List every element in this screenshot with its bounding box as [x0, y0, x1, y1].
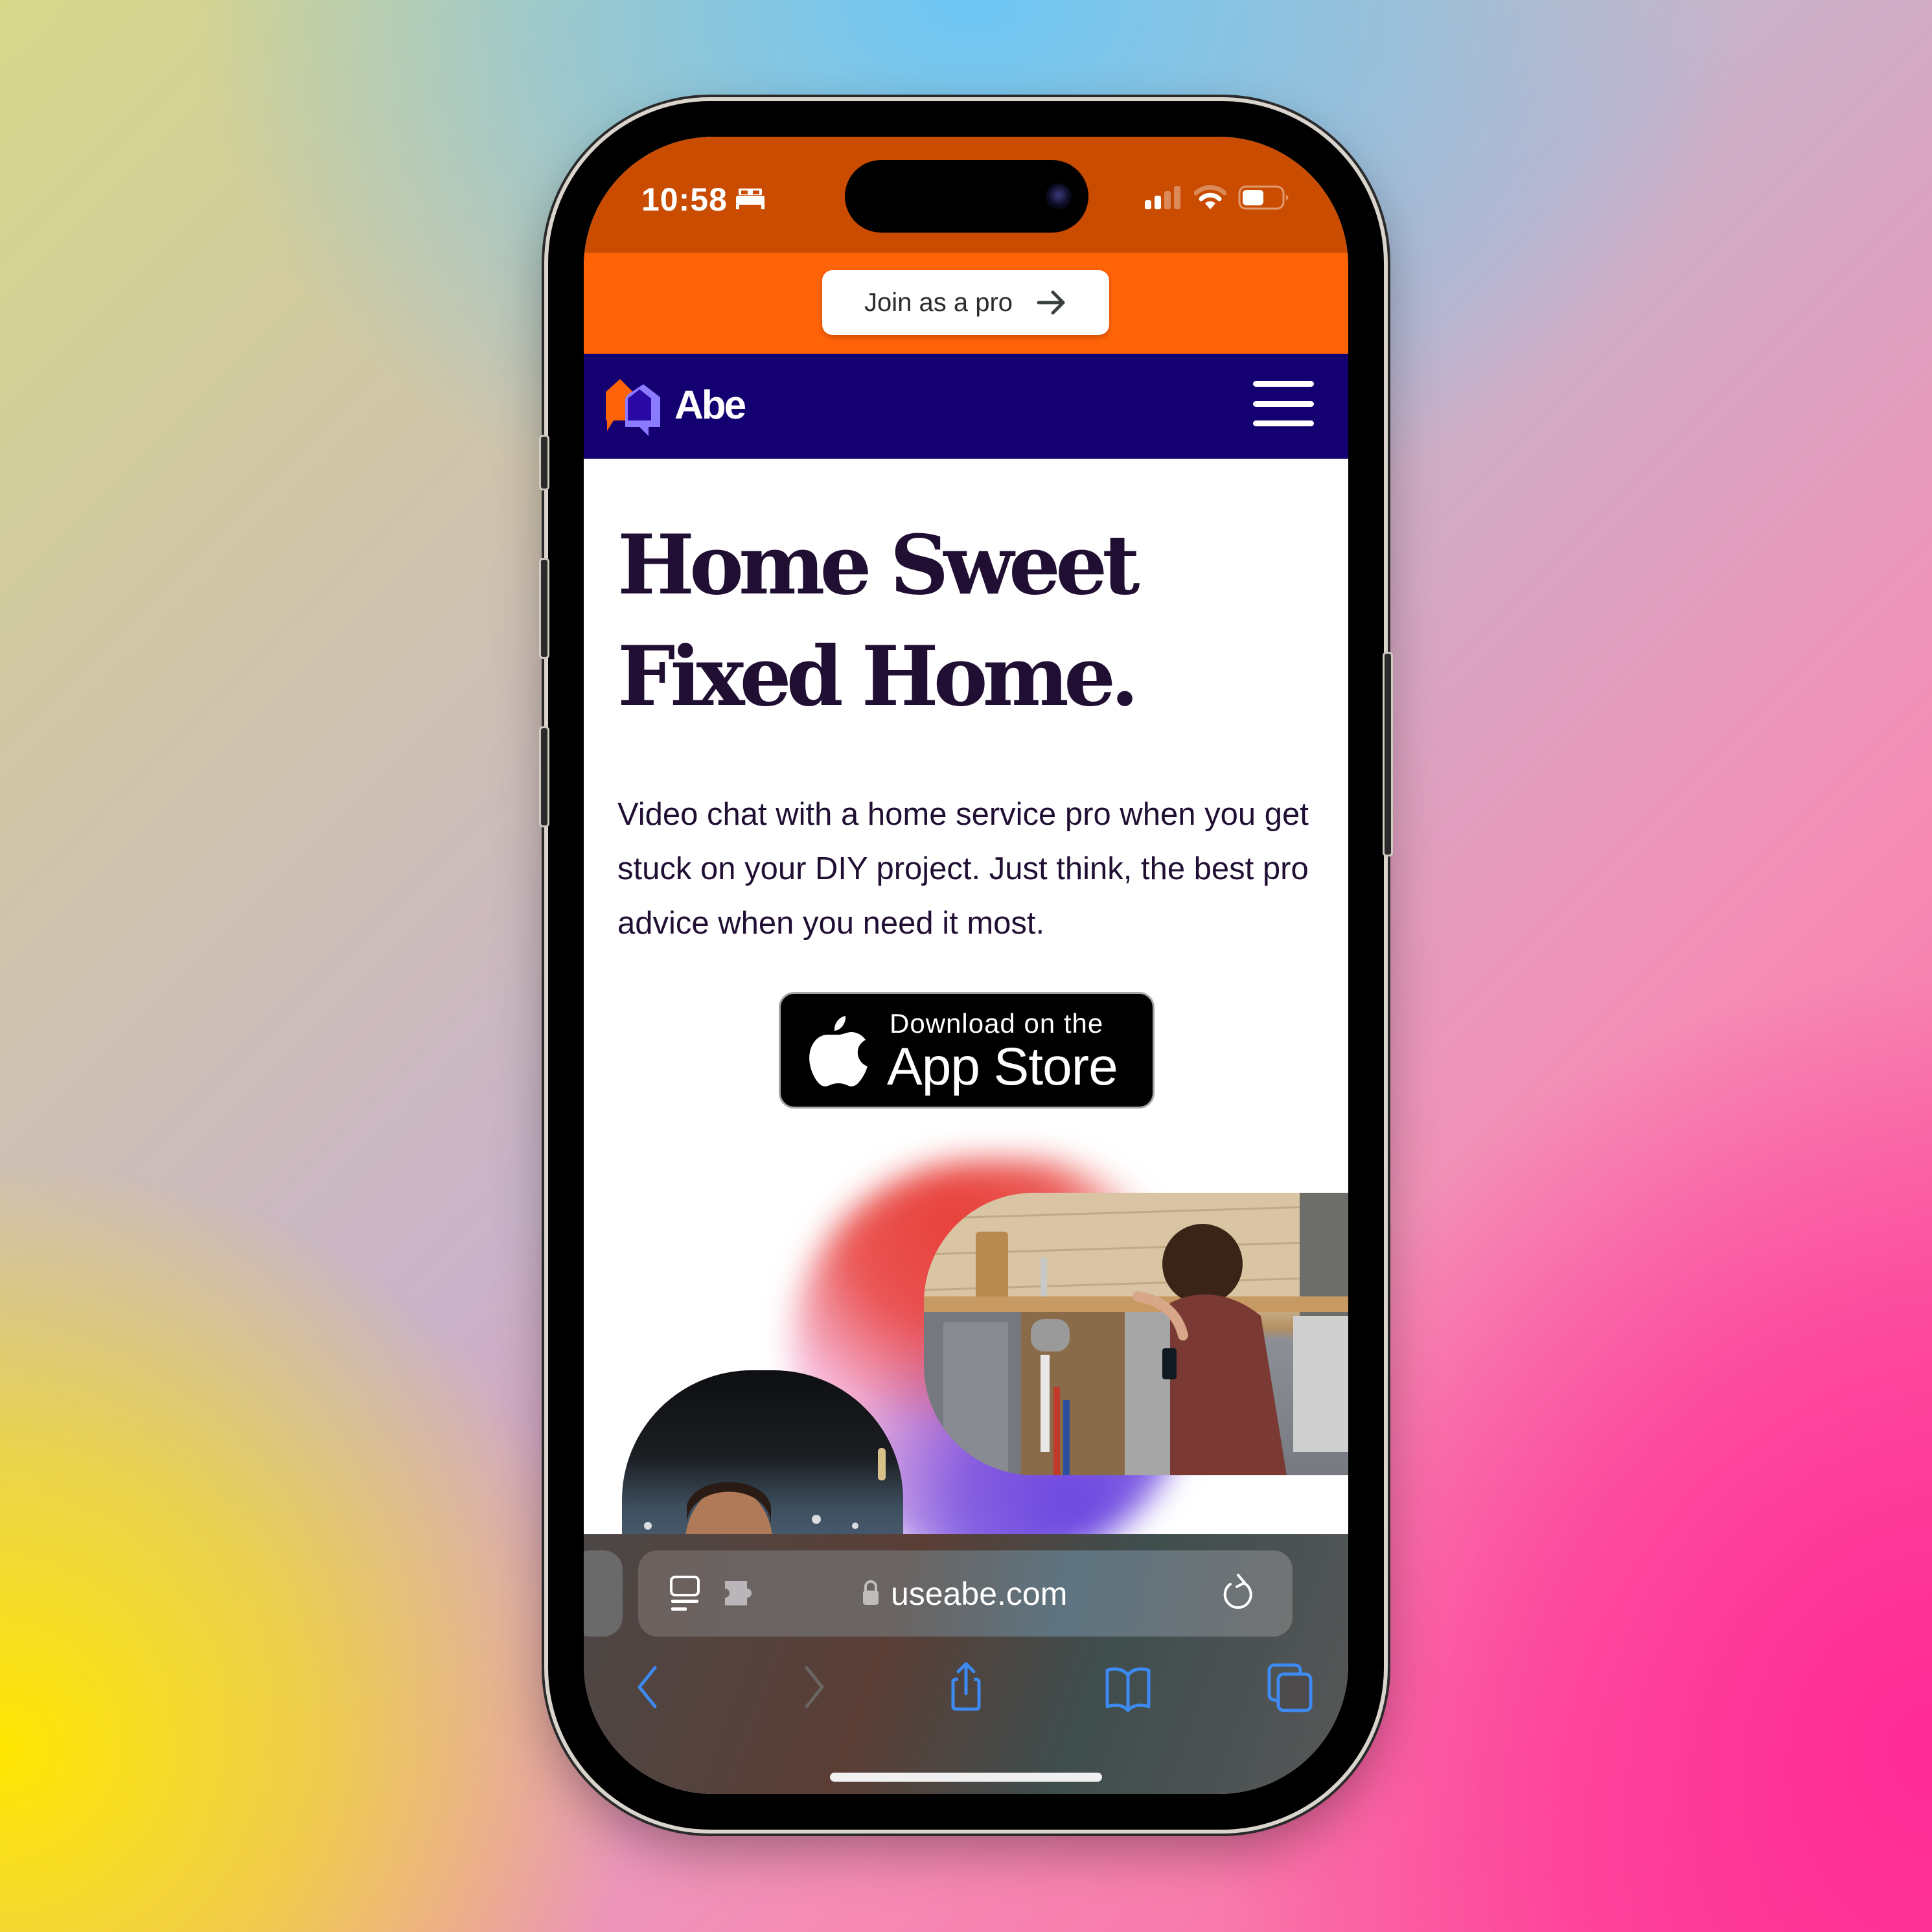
abe-logo-icon[interactable] — [603, 376, 663, 436]
volume-up-button — [539, 558, 549, 659]
arrow-right-icon — [1037, 290, 1065, 315]
wifi-icon — [1194, 185, 1226, 209]
brand-name[interactable]: Abe — [674, 382, 746, 428]
front-camera — [1046, 183, 1072, 209]
kitchen-photo — [924, 1193, 1348, 1475]
headline-line-1: Home Sweet — [617, 517, 1140, 613]
tabs-button[interactable] — [1264, 1661, 1316, 1713]
forward-button[interactable] — [786, 1661, 838, 1713]
phone-screen: 10:58 Join as a pro Abe Home Sweet Fixed… — [584, 137, 1348, 1794]
hero-description: Video chat with a home service pro when … — [617, 797, 1309, 941]
status-bar: 10:58 — [584, 137, 1348, 253]
home-indicator[interactable] — [830, 1773, 1102, 1782]
share-button[interactable] — [940, 1661, 992, 1713]
kitchen-photo-illustration — [924, 1193, 1348, 1475]
lock-icon — [863, 1580, 879, 1605]
join-as-pro-button[interactable]: Join as a pro — [822, 270, 1109, 335]
badge-line-1: Download on the — [890, 1008, 1104, 1039]
app-store-download-button[interactable]: Download on the App Store — [779, 992, 1155, 1109]
apple-logo-icon — [809, 1016, 868, 1087]
join-as-pro-label: Join as a pro — [864, 288, 1013, 317]
hamburger-menu-icon[interactable] — [1253, 381, 1314, 426]
puzzle-extension-icon[interactable] — [724, 1580, 757, 1607]
action-button — [539, 435, 549, 490]
page-format-icon[interactable] — [669, 1575, 700, 1613]
status-icons — [1145, 185, 1290, 211]
cellular-signal-icon — [1145, 186, 1180, 209]
hero-headline: Home Sweet Fixed Home. — [617, 509, 1140, 732]
url-text: useabe.com — [891, 1576, 1068, 1612]
battery-icon — [1238, 185, 1289, 210]
volume-down-button — [539, 726, 549, 827]
phone-frame: 10:58 Join as a pro Abe Home Sweet Fixed… — [539, 101, 1393, 1830]
bookmarks-button[interactable] — [1102, 1661, 1154, 1713]
address-bar[interactable]: useabe.com — [638, 1550, 1293, 1637]
headline-line-2: Fixed Home. — [617, 628, 1139, 724]
bed-icon — [736, 189, 765, 209]
reload-icon[interactable] — [1221, 1574, 1255, 1613]
back-button[interactable] — [624, 1661, 676, 1713]
status-time: 10:58 — [641, 181, 728, 218]
safari-bottom-bar: useabe.com — [584, 1534, 1348, 1794]
dynamic-island — [845, 160, 1088, 233]
promo-banner: Join as a pro — [584, 253, 1348, 354]
badge-line-2: App Store — [887, 1037, 1118, 1096]
power-button — [1383, 652, 1393, 857]
previous-tab-peek[interactable] — [584, 1550, 623, 1637]
site-header: Abe — [584, 354, 1348, 459]
